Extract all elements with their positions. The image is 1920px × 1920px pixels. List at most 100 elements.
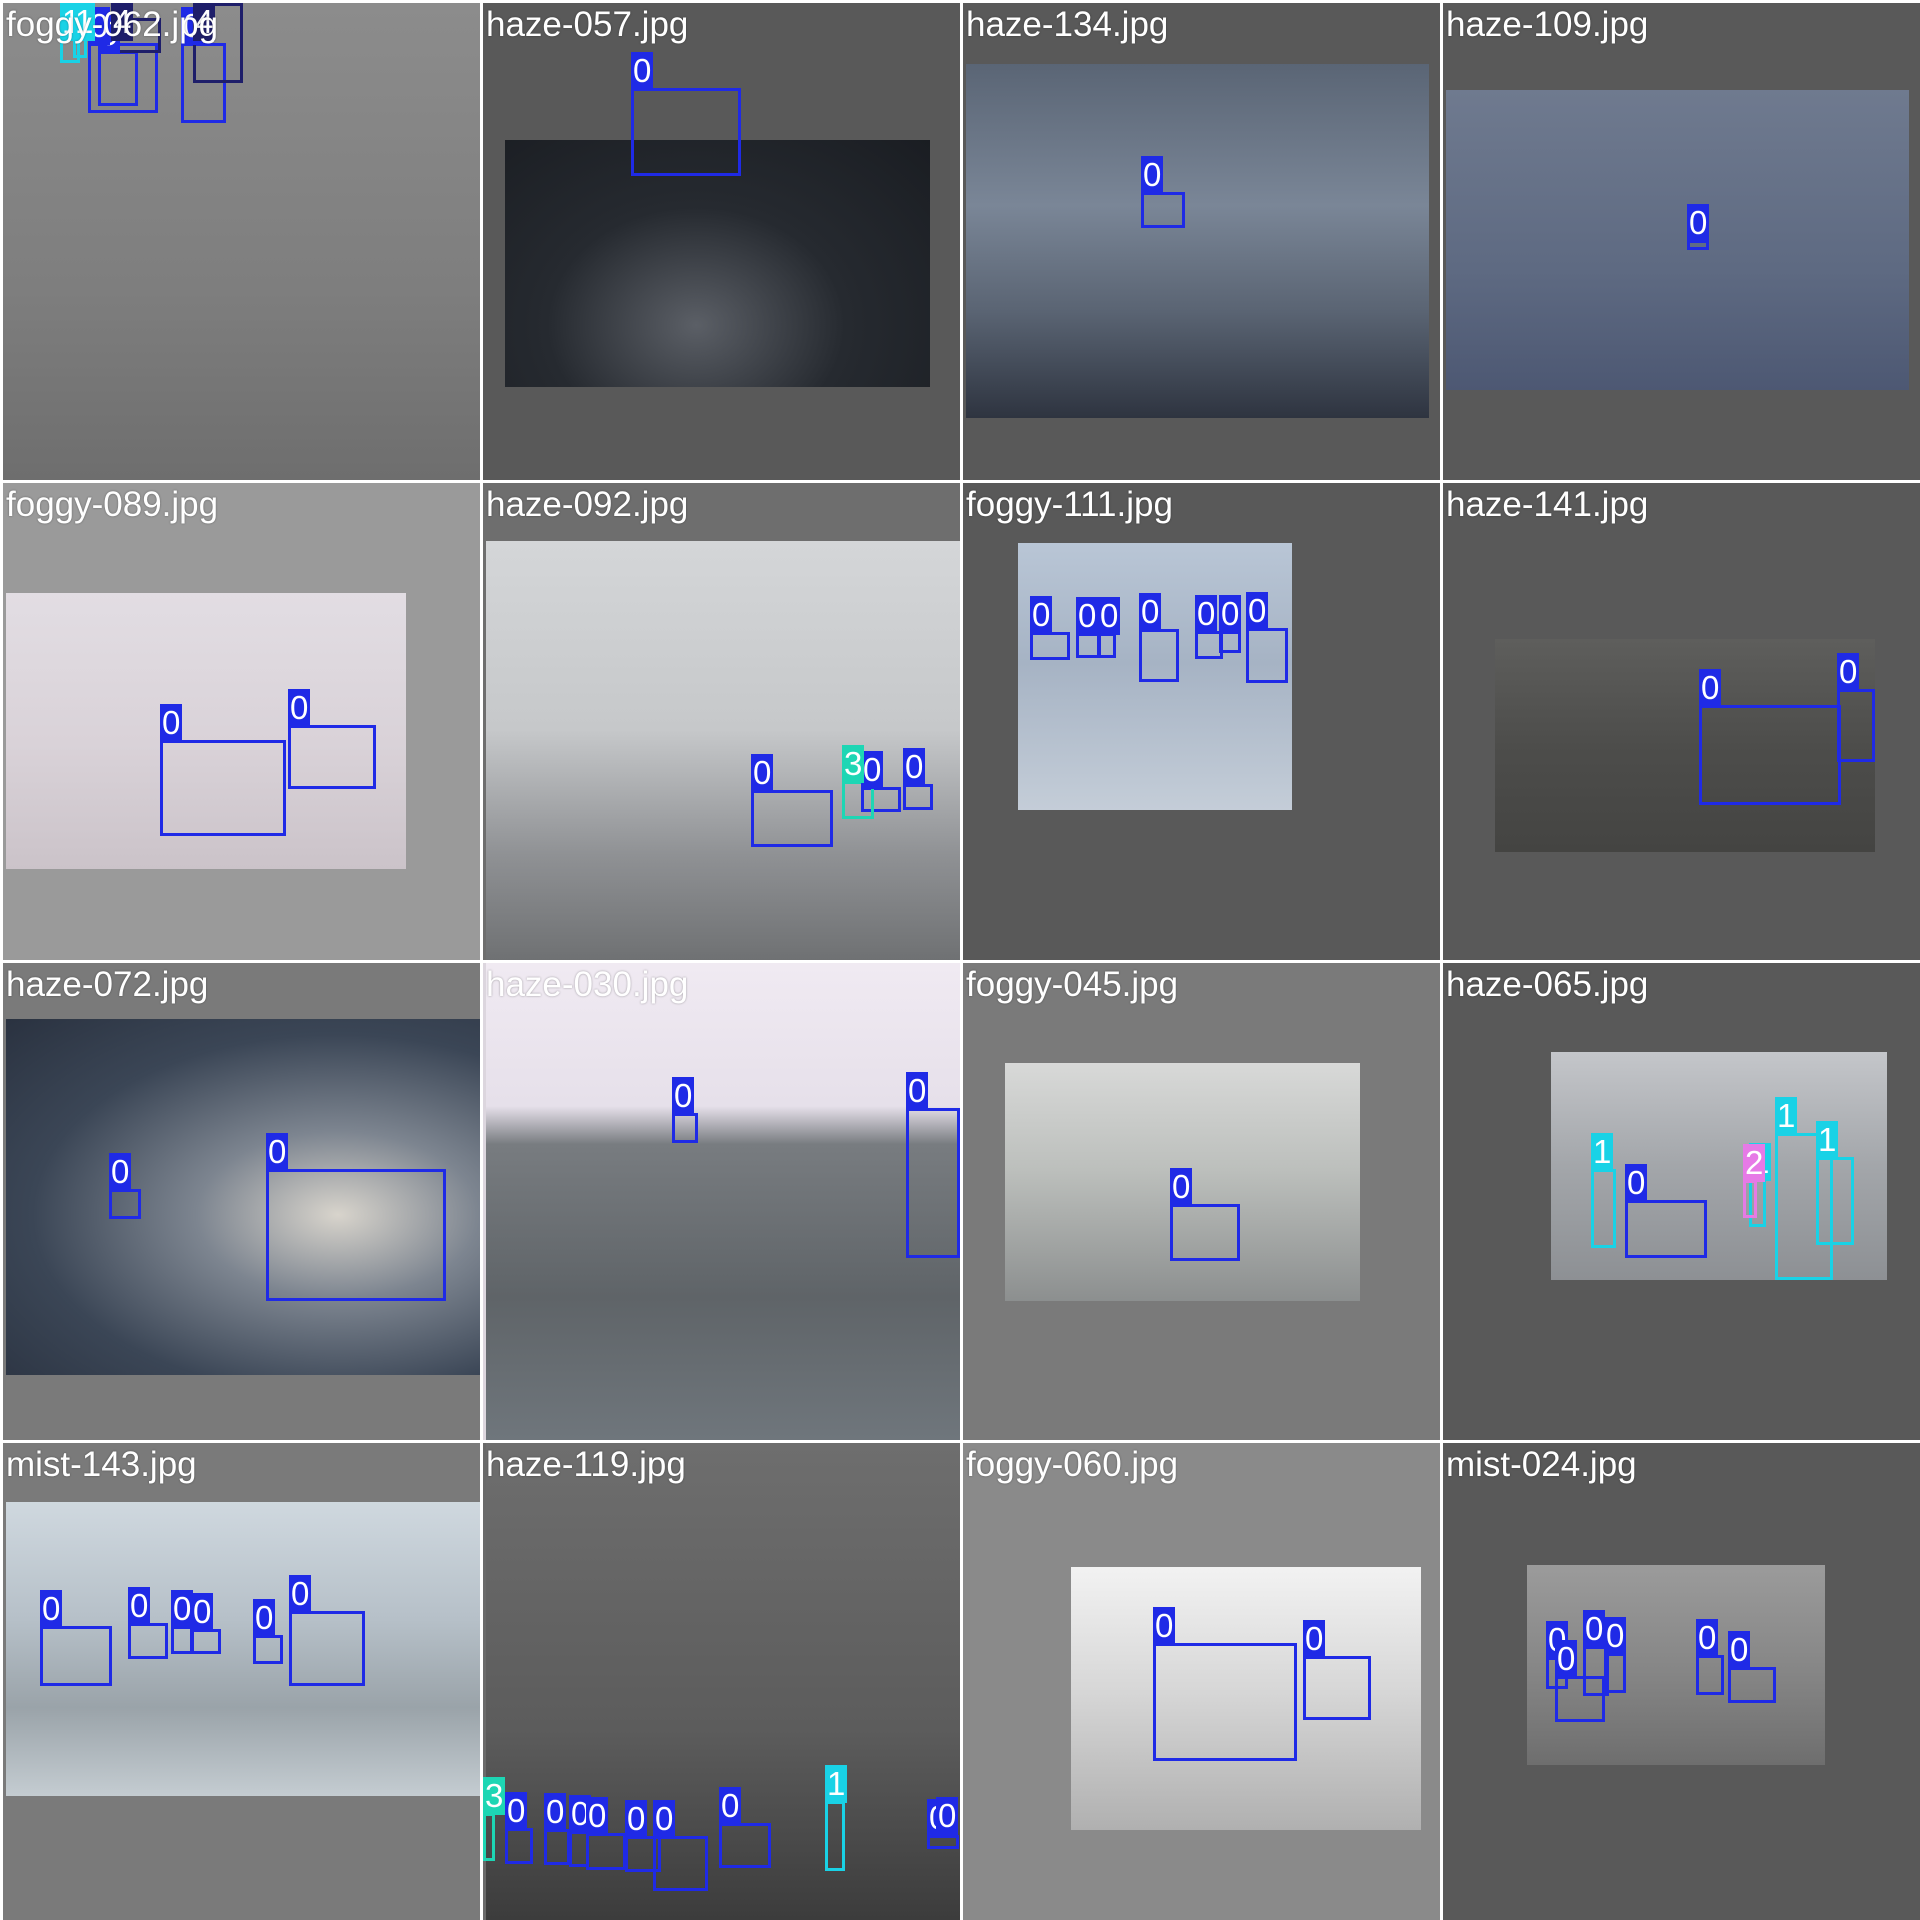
class-label: 0 — [1555, 1640, 1578, 1678]
bounding-box — [289, 1611, 365, 1686]
bounding-box — [505, 1828, 533, 1864]
class-label: 0 — [1219, 595, 1242, 633]
bounding-box — [1303, 1656, 1371, 1720]
mosaic-tile: mist-024.jpg000000 — [1443, 1443, 1920, 1920]
tile-photo — [1446, 90, 1909, 390]
mosaic-tile: haze-030.jpg 0 0 — [483, 963, 960, 1440]
bounding-box — [672, 1113, 698, 1143]
class-label: 0 — [1153, 1607, 1176, 1645]
class-label: 0 — [266, 1133, 289, 1171]
class-label: 0 — [288, 689, 311, 727]
class-label: 0 — [289, 1575, 312, 1613]
mosaic-tile: haze-065.jpg011112 — [1443, 963, 1920, 1440]
class-label: 0 — [40, 1590, 63, 1628]
class-label: 0 — [1246, 592, 1269, 630]
mosaic-tile: haze-057.jpg 0 — [483, 3, 960, 480]
class-label: 0 — [625, 1800, 648, 1838]
class-label: 2 — [1743, 1144, 1766, 1182]
tile-filename: haze-072.jpg — [6, 965, 209, 1004]
bounding-box — [483, 1813, 495, 1861]
bounding-box — [751, 790, 833, 847]
class-label: 0 — [1098, 597, 1121, 635]
tile-photo — [486, 541, 960, 960]
class-label: 3 — [483, 1777, 506, 1815]
bounding-box — [40, 1626, 112, 1686]
class-label: 0 — [1625, 1164, 1648, 1202]
bounding-box — [825, 1801, 845, 1871]
mosaic-tile: foggy-062.jpg0004411 — [3, 3, 480, 480]
bounding-box — [171, 1626, 193, 1654]
class-label: 0 — [1303, 1620, 1326, 1658]
bounding-box — [544, 1829, 570, 1865]
tile-filename: mist-143.jpg — [6, 1445, 197, 1484]
class-label: 0 — [128, 1587, 151, 1625]
bounding-box — [586, 1833, 626, 1870]
class-label: 0 — [171, 1590, 194, 1628]
mosaic-tile: haze-109.jpg 0 — [1443, 3, 1920, 480]
mosaic-tile: haze-119.jpg30000000100 — [483, 1443, 960, 1920]
tile-filename: foggy-089.jpg — [6, 485, 219, 524]
mosaic-tile: foggy-111.jpg 0 0 0 0 0 0 0 — [963, 483, 1440, 960]
bounding-box — [1246, 628, 1288, 683]
photo-fog-shading — [505, 140, 930, 387]
class-label: 0 — [160, 704, 183, 742]
tile-photo — [505, 140, 930, 387]
tile-filename: foggy-062.jpg — [6, 5, 219, 44]
bounding-box — [1591, 1169, 1616, 1248]
bounding-box — [1699, 705, 1841, 805]
tile-filename: foggy-111.jpg — [966, 485, 1173, 524]
class-label: 0 — [751, 754, 774, 792]
bounding-box — [288, 725, 376, 789]
detection-mosaic: foggy-062.jpg0004411haze-057.jpg0haze-13… — [0, 0, 1920, 1920]
class-label: 1 — [825, 1765, 848, 1803]
bounding-box — [1625, 1200, 1707, 1258]
tile-filename: haze-030.jpg — [486, 965, 689, 1004]
bounding-box — [719, 1823, 771, 1868]
tile-filename: foggy-060.jpg — [966, 1445, 1179, 1484]
tile-filename: haze-119.jpg — [486, 1445, 686, 1484]
bounding-box — [653, 1836, 708, 1891]
tile-filename: mist-024.jpg — [1446, 1445, 1637, 1484]
bounding-box — [1743, 1180, 1757, 1218]
bounding-box — [1076, 633, 1100, 658]
mosaic-tile: haze-134.jpg 0 — [963, 3, 1440, 480]
mosaic-tile: haze-092.jpg 0 0 0 3 — [483, 483, 960, 960]
mosaic-tile: foggy-089.jpg 0 0 — [3, 483, 480, 960]
class-label: 0 — [1699, 669, 1722, 707]
bounding-box — [266, 1169, 446, 1301]
class-label: 0 — [1583, 1610, 1606, 1648]
mosaic-tile: haze-141.jpg 0 0 — [1443, 483, 1920, 960]
bounding-box — [128, 1623, 168, 1659]
bounding-box — [631, 88, 741, 176]
bounding-box — [1139, 629, 1179, 682]
tile-photo — [966, 64, 1429, 418]
bounding-box — [1837, 689, 1875, 762]
class-label: 0 — [653, 1800, 676, 1838]
bounding-box — [1604, 1653, 1626, 1693]
class-label: 0 — [1195, 595, 1218, 633]
bounding-box — [253, 1635, 283, 1664]
tile-filename: foggy-045.jpg — [966, 965, 1179, 1004]
bounding-box — [1098, 633, 1116, 658]
class-label: 0 — [253, 1599, 276, 1637]
class-label: 0 — [936, 1797, 959, 1835]
class-label: 0 — [1076, 597, 1099, 635]
mosaic-tile: mist-143.jpg 0 0 0 0 0 0 — [3, 1443, 480, 1920]
mosaic-tile: foggy-060.jpg 0 0 — [963, 1443, 1440, 1920]
tile-filename: haze-141.jpg — [1446, 485, 1649, 524]
class-label: 0 — [1141, 156, 1164, 194]
class-label: 0 — [586, 1797, 609, 1835]
class-label: 3 — [842, 745, 865, 783]
bounding-box — [1816, 1157, 1854, 1245]
class-label: 0 — [906, 1072, 929, 1110]
class-label: 0 — [1696, 1619, 1719, 1657]
class-label: 1 — [1816, 1121, 1839, 1159]
class-label: 1 — [1775, 1097, 1798, 1135]
bounding-box — [1141, 192, 1185, 228]
bounding-box — [1153, 1643, 1297, 1761]
bounding-box — [1696, 1655, 1724, 1695]
bounding-box — [88, 43, 158, 113]
tile-filename: haze-109.jpg — [1446, 5, 1649, 44]
photo-fog-shading — [966, 64, 1429, 418]
class-label: 0 — [903, 748, 926, 786]
